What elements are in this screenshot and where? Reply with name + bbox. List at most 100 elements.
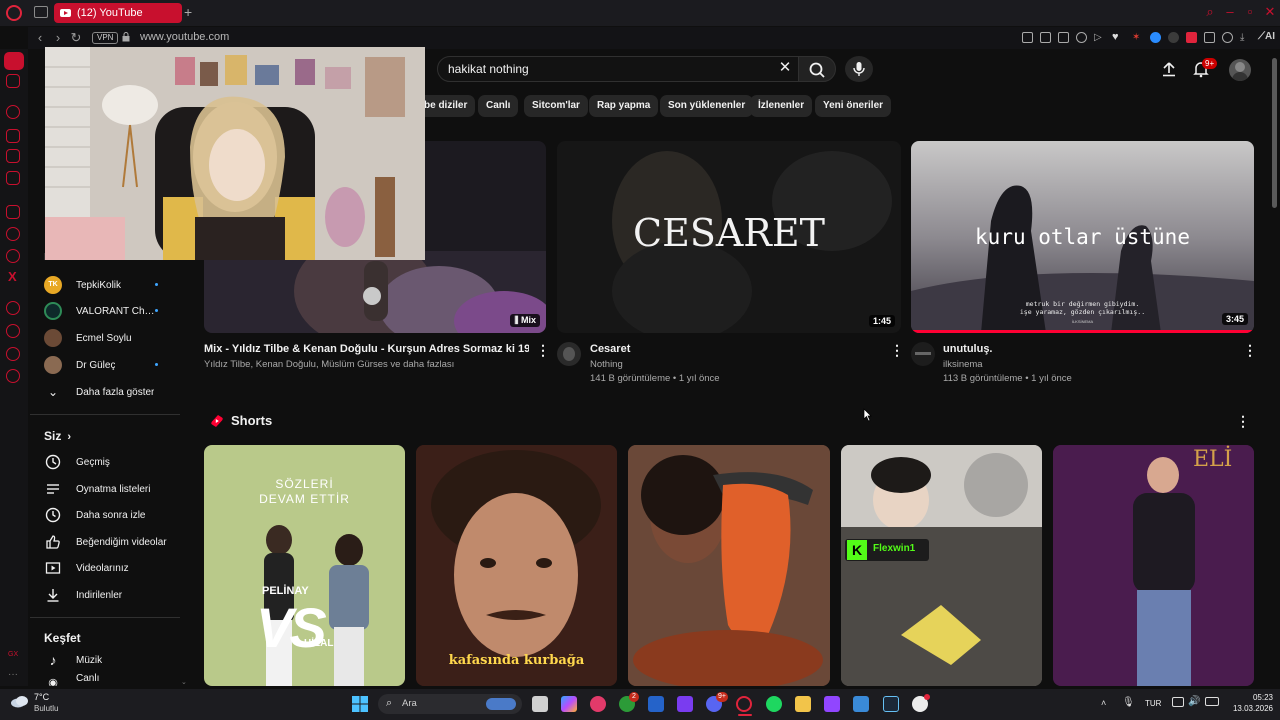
- messenger-icon[interactable]: [6, 249, 20, 263]
- bag-icon[interactable]: [6, 129, 20, 143]
- opera-home-icon[interactable]: [4, 52, 24, 70]
- new-tab-plus-icon[interactable]: +: [184, 4, 198, 20]
- weather-temp[interactable]: 7°C: [34, 692, 49, 702]
- search-input[interactable]: hakikat nothing: [448, 62, 529, 76]
- tv-icon[interactable]: [6, 171, 20, 185]
- clock-date[interactable]: 13.03.2026: [1223, 704, 1273, 713]
- extension-red-icon[interactable]: [1186, 32, 1197, 43]
- back-icon[interactable]: ‹: [32, 30, 48, 46]
- page-scrollbar[interactable]: [1270, 50, 1280, 686]
- heart-icon[interactable]: ♥: [1112, 32, 1123, 43]
- you-section-heading[interactable]: Siz ›: [44, 429, 71, 443]
- app-blue-icon[interactable]: [853, 696, 869, 712]
- screenshot-icon[interactable]: [1040, 32, 1051, 43]
- short-card-1[interactable]: SÖZLERİ DEVAM ETTİR PELİNAY VS HİLAL: [204, 445, 405, 686]
- voice-search-button[interactable]: [845, 56, 873, 82]
- url-field[interactable]: www.youtube.com: [140, 31, 229, 43]
- video-channel-3[interactable]: ilksinema: [943, 359, 983, 370]
- weather-desc[interactable]: Bulutlu: [34, 704, 58, 713]
- account-avatar[interactable]: [1229, 59, 1251, 81]
- clock-icon[interactable]: [6, 301, 20, 315]
- x-icon[interactable]: X: [8, 269, 17, 284]
- steam-icon[interactable]: [883, 696, 899, 712]
- clear-search-icon[interactable]: ✕: [776, 59, 794, 77]
- shorts-menu-icon[interactable]: ⋮: [1236, 413, 1250, 429]
- app-pink-icon[interactable]: [590, 696, 606, 712]
- pin-icon[interactable]: [1022, 32, 1033, 43]
- twitch-icon[interactable]: [6, 205, 20, 219]
- chip-yeni-oneriler[interactable]: Yeni öneriler: [815, 95, 892, 117]
- download-circle-icon[interactable]: [1076, 32, 1087, 43]
- spotify-icon[interactable]: [766, 696, 782, 712]
- minimize-icon[interactable]: –: [1222, 4, 1238, 20]
- scrollbar-thumb[interactable]: [1272, 58, 1277, 208]
- chip-son-yuklenenler[interactable]: Son yüklenenler: [660, 95, 754, 117]
- lock-icon[interactable]: [122, 32, 130, 42]
- video-menu-icon[interactable]: ⋮: [890, 342, 904, 358]
- sidebar-item-watch-later[interactable]: Daha sonra izle: [30, 502, 180, 528]
- channel-avatar[interactable]: [911, 342, 935, 366]
- chip-rap-yapma[interactable]: Rap yapma: [589, 95, 659, 117]
- chat-icon[interactable]: [6, 347, 20, 361]
- search-button[interactable]: [798, 56, 836, 82]
- subscription-ecmel-soylu[interactable]: Ecmel Soylu: [30, 325, 180, 351]
- shield-icon[interactable]: [1058, 32, 1069, 43]
- app-violet-icon[interactable]: [824, 696, 840, 712]
- video-thumbnail-2[interactable]: CESARET 1:45: [557, 141, 901, 333]
- sidebar-item-downloads[interactable]: İndirilenler: [30, 582, 180, 608]
- display-tray-icon[interactable]: [1172, 697, 1184, 707]
- show-more-button[interactable]: ⌄ Daha fazla göster: [30, 379, 180, 405]
- chip-canli[interactable]: Canlı: [478, 95, 519, 117]
- taskbar-search-box[interactable]: ⌕ Ara: [378, 694, 522, 714]
- video-menu-icon[interactable]: ⋮: [1243, 342, 1257, 358]
- sidebar-item-history[interactable]: Geçmiş: [30, 449, 180, 475]
- gaming-icon[interactable]: [6, 74, 20, 88]
- cloud-icon[interactable]: [10, 694, 30, 708]
- recent-icon[interactable]: [6, 324, 20, 338]
- task-view-icon[interactable]: [532, 696, 548, 712]
- easy-setup-icon[interactable]: [1222, 32, 1233, 43]
- video-thumbnail-3[interactable]: kuru otlar üstüne metruk bir değirmen gi…: [911, 141, 1254, 333]
- windows-start-icon[interactable]: [352, 696, 368, 712]
- short-card-3[interactable]: [628, 445, 830, 686]
- subscription-valorant[interactable]: VALORANT Chall...: [30, 298, 180, 324]
- video-title-2[interactable]: Cesaret: [590, 343, 630, 355]
- microphone-tray-icon[interactable]: 🎙: [1122, 697, 1135, 708]
- news-icon[interactable]: [6, 149, 20, 163]
- short-card-4[interactable]: K Flexwin1: [841, 445, 1042, 686]
- channel-avatar[interactable]: [557, 342, 581, 366]
- extensions-puzzle-icon[interactable]: [1204, 32, 1215, 43]
- whatsapp-icon[interactable]: [6, 227, 20, 241]
- forward-icon[interactable]: ›: [50, 30, 66, 46]
- settings-icon[interactable]: [6, 369, 20, 383]
- downloads-icon[interactable]: ⤓: [1240, 32, 1251, 43]
- close-window-icon[interactable]: ✕: [1262, 4, 1278, 20]
- video-title-3[interactable]: unutuluş.: [943, 343, 993, 355]
- chip-sitcomlar[interactable]: Sitcom'lar: [524, 95, 588, 117]
- more-dots-icon[interactable]: ···: [8, 669, 18, 680]
- video-menu-icon[interactable]: ⋮: [536, 342, 550, 358]
- history-icon[interactable]: [6, 105, 20, 119]
- sidebar-item-your-videos[interactable]: Videolarınız: [30, 555, 180, 581]
- subscription-dr-gulec[interactable]: Dr Güleç: [30, 352, 180, 378]
- short-card-5[interactable]: ELİ: [1053, 445, 1254, 686]
- search-tabs-icon[interactable]: ⌕: [1202, 4, 1218, 20]
- opera-logo-icon[interactable]: [6, 5, 22, 21]
- extension-blue-icon[interactable]: [1150, 32, 1161, 43]
- upload-icon[interactable]: [1160, 60, 1178, 78]
- sidebar-item-playlists[interactable]: Oynatma listeleri: [30, 476, 180, 502]
- clock-time[interactable]: 05:23: [1233, 693, 1273, 702]
- video-title-1[interactable]: Mix - Yıldız Tilbe & Kenan Doğulu - Kurş…: [204, 343, 529, 355]
- file-explorer-icon[interactable]: [795, 696, 811, 712]
- chip-izlenenler[interactable]: İzlenenler: [750, 95, 813, 117]
- store-icon[interactable]: [648, 696, 664, 712]
- aria-ai-button[interactable]: ⟋AI: [1258, 31, 1275, 42]
- video-channel-2[interactable]: Nothing: [590, 359, 623, 370]
- play-icon[interactable]: ▷: [1094, 32, 1105, 43]
- extension-grey-icon[interactable]: [1168, 32, 1179, 43]
- sidebar-item-liked-videos[interactable]: Beğendiğim videolar: [30, 529, 180, 555]
- sidebar-item-live[interactable]: ◉ Canlı: [30, 673, 180, 686]
- battery-icon[interactable]: [1205, 697, 1219, 706]
- short-card-2[interactable]: kafasında kurbağa: [416, 445, 617, 686]
- reload-icon[interactable]: ↻: [68, 30, 84, 46]
